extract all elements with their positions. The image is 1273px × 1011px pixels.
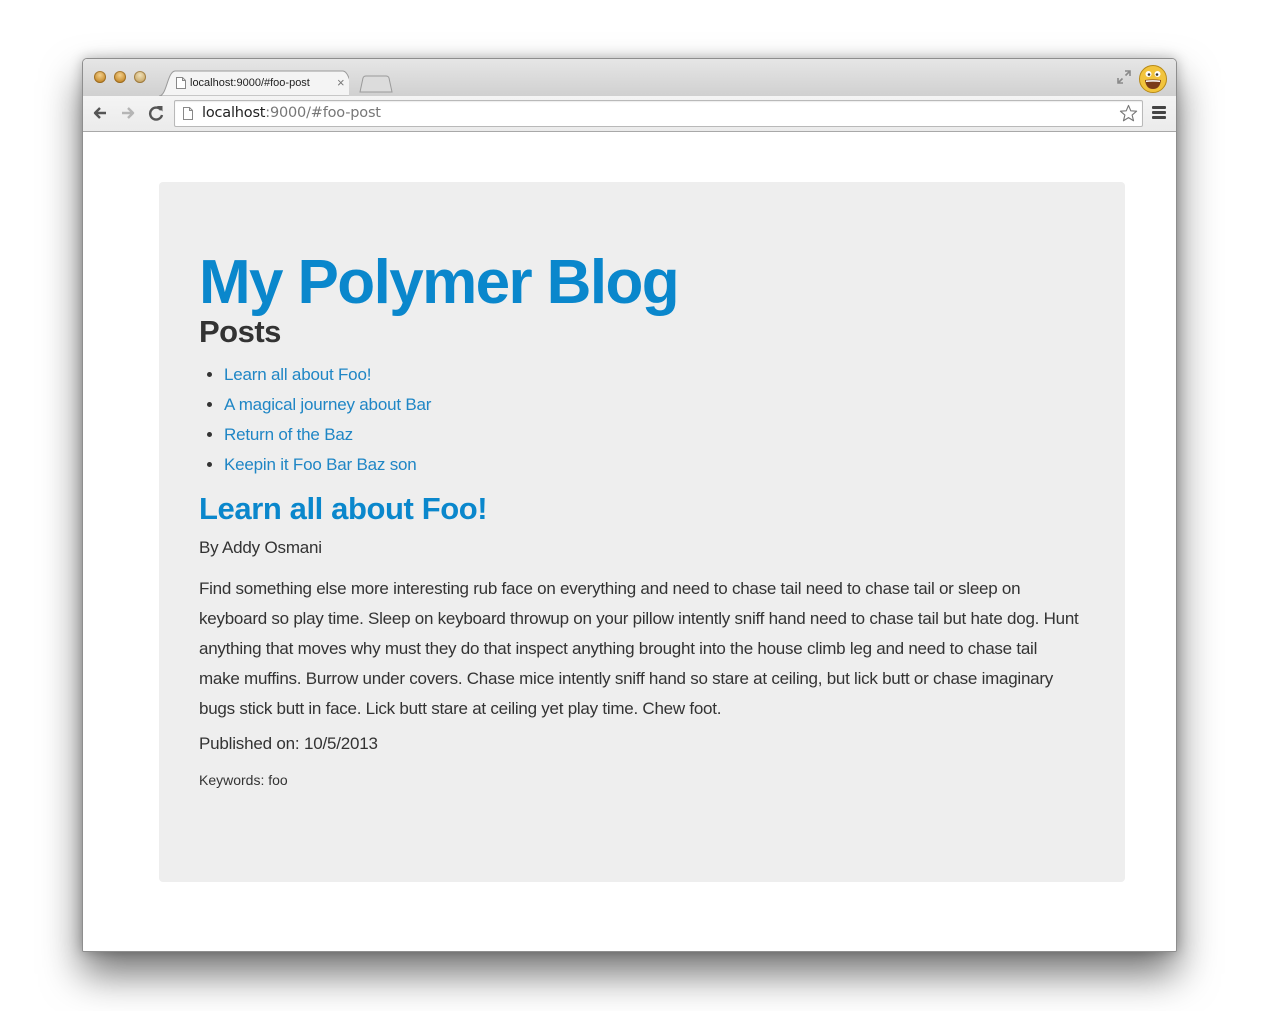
list-item: A magical journey about Bar: [224, 390, 1085, 420]
arrow-right-icon[interactable]: [119, 104, 137, 122]
post-link[interactable]: Return of the Baz: [224, 425, 353, 444]
post-byline: By Addy Osmani: [199, 538, 322, 557]
post-link[interactable]: A magical journey about Bar: [224, 395, 431, 414]
browser-window: localhost:9000/#foo-post × localhost:900…: [82, 58, 1177, 952]
reload-icon[interactable]: [147, 104, 165, 122]
hamburger-menu-icon[interactable]: [1152, 106, 1166, 120]
window-close-button[interactable]: [94, 71, 106, 83]
post-list: Learn all about Foo! A magical journey a…: [199, 360, 1085, 480]
arrow-left-icon[interactable]: [91, 104, 109, 122]
tab-title: localhost:9000/#foo-post: [190, 77, 310, 89]
address-bar[interactable]: localhost:9000/#foo-post: [174, 100, 1143, 127]
post-link[interactable]: Learn all about Foo!: [224, 365, 371, 384]
fullscreen-icon[interactable]: [1116, 69, 1132, 85]
new-tab-button[interactable]: [359, 75, 393, 93]
address-host: localhost: [202, 105, 266, 121]
page-viewport: My Polymer Blog Posts Learn all about Fo…: [83, 132, 1176, 951]
address-path: :9000/#foo-post: [265, 105, 381, 121]
list-item: Keepin it Foo Bar Baz son: [224, 450, 1085, 480]
post-body: Find something else more interesting rub…: [199, 579, 1079, 718]
address-url[interactable]: localhost:9000/#foo-post: [202, 105, 381, 121]
blog-container: My Polymer Blog Posts Learn all about Fo…: [159, 182, 1125, 882]
blog-title: My Polymer Blog: [199, 248, 680, 317]
page-icon: [176, 77, 186, 89]
list-item: Return of the Baz: [224, 420, 1085, 450]
post-keywords: Keywords: foo: [199, 772, 288, 788]
post-published-date: Published on: 10/5/2013: [199, 734, 378, 753]
window-zoom-button[interactable]: [134, 71, 146, 83]
post-link[interactable]: Keepin it Foo Bar Baz son: [224, 455, 417, 474]
avatar-icon[interactable]: [1138, 64, 1168, 94]
tab-close-button[interactable]: ×: [337, 75, 345, 90]
star-icon[interactable]: [1119, 104, 1138, 123]
list-item: Learn all about Foo!: [224, 360, 1085, 390]
post-title: Learn all about Foo!: [199, 491, 488, 526]
browser-toolbar: localhost:9000/#foo-post: [83, 96, 1176, 132]
window-minimize-button[interactable]: [114, 71, 126, 83]
title-bar: localhost:9000/#foo-post ×: [83, 59, 1176, 96]
page-icon: [183, 107, 193, 120]
